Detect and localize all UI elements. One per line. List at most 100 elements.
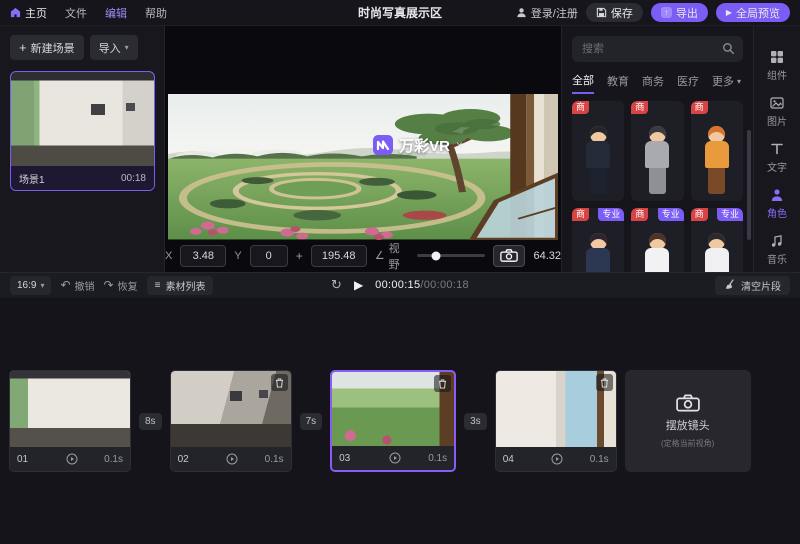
camera-capture-button[interactable]: [493, 245, 525, 267]
character-figure: [705, 126, 729, 194]
character-figure: [645, 126, 669, 194]
save-button[interactable]: 保存: [586, 3, 643, 22]
tab-all[interactable]: 全部: [572, 72, 594, 94]
character-card[interactable]: 商 专业: [631, 208, 683, 272]
scene-duration: 00:18: [121, 173, 146, 184]
watermark-close-icon[interactable]: ×: [456, 138, 463, 152]
camera-icon: [676, 394, 700, 412]
menu-edit[interactable]: 编辑: [105, 5, 127, 21]
redo-icon: ↷: [104, 279, 114, 291]
clip-number: 03: [339, 453, 361, 464]
broom-icon: [724, 279, 736, 291]
music-icon: [770, 234, 784, 248]
timeline-clip-03[interactable]: 03 0.1s: [330, 370, 456, 472]
list-icon: ≡: [155, 280, 161, 291]
trash-icon: [438, 379, 447, 389]
home-icon: [10, 7, 21, 18]
image-icon: [770, 96, 784, 110]
timeline-track: 01 0.1s 8s 02 0.1s 7s 03 0.1s 3: [0, 299, 800, 544]
clip-play-icon[interactable]: [66, 453, 78, 465]
x-label: X: [165, 250, 172, 262]
toolbar-item-music[interactable]: 音乐: [767, 234, 787, 266]
save-icon: [596, 7, 607, 18]
menu-home[interactable]: 主页: [10, 5, 47, 21]
scene-panel: + 新建场景 导入 ▾ 场景1 00:18: [0, 26, 165, 272]
preview-canvas[interactable]: 万彩VR ×: [168, 94, 558, 240]
character-figure: [586, 126, 610, 194]
undo-icon: ↶: [60, 279, 70, 291]
character-card[interactable]: 商: [631, 101, 683, 201]
transition-chip[interactable]: 8s: [139, 413, 162, 430]
character-figure: [586, 233, 610, 272]
timeline-clip-02[interactable]: 02 0.1s: [170, 370, 292, 472]
delete-clip-button[interactable]: [271, 374, 288, 391]
character-card[interactable]: 商 专业: [691, 208, 743, 272]
delete-clip-button[interactable]: [434, 375, 451, 392]
menu-file[interactable]: 文件: [65, 5, 87, 21]
topbar: 主页 文件 编辑 帮助 时尚写真展示区 登录/注册 保存 ↑ 导出 ▶ 全局预览: [0, 0, 800, 26]
material-list-button[interactable]: ≡ 素材列表: [147, 276, 214, 295]
business-badge: 商: [691, 208, 708, 221]
tab-more[interactable]: 更多 ▾: [712, 73, 741, 93]
brand-logo-icon: [373, 135, 393, 155]
scrollbar[interactable]: [747, 130, 751, 240]
character-icon: [770, 188, 784, 202]
clear-clips-button[interactable]: 清空片段: [715, 276, 790, 295]
clip-footer: 01 0.1s: [10, 447, 130, 471]
toolbar-item-components[interactable]: 组件: [767, 50, 787, 82]
play-button[interactable]: ▶: [354, 278, 363, 292]
place-camera-card[interactable]: 摆放镜头 (定格当前视角): [625, 370, 751, 472]
redo-button[interactable]: ↷ 恢复: [104, 278, 138, 293]
fov-slider[interactable]: [417, 254, 485, 257]
clip-duration: 0.1s: [428, 453, 447, 464]
canvas-area: 万彩VR × X Y + ∠ 视野 64.32: [165, 26, 561, 272]
trash-icon: [275, 378, 284, 388]
scene-image: [168, 94, 558, 240]
loop-icon[interactable]: ↻: [331, 277, 342, 293]
transition-chip[interactable]: 3s: [464, 413, 487, 430]
rotation-input[interactable]: [311, 245, 367, 267]
menu-bar: 主页 文件 编辑 帮助: [10, 5, 167, 21]
x-input[interactable]: [180, 245, 226, 267]
watermark: 万彩VR ×: [373, 135, 463, 156]
clip-duration: 0.1s: [590, 454, 609, 465]
tab-education[interactable]: 教育: [607, 73, 629, 93]
toolbar-item-images[interactable]: 图片: [767, 96, 787, 128]
character-card[interactable]: 商: [691, 101, 743, 201]
timeline-clip-01[interactable]: 01 0.1s: [9, 370, 131, 472]
login-button[interactable]: 登录/注册: [516, 5, 578, 21]
clip-play-icon[interactable]: [389, 452, 401, 464]
clip-play-icon[interactable]: [226, 453, 238, 465]
timeline-toolbar: 16:9 ▾ ↶ 撤销 ↷ 恢复 ≡ 素材列表 ↻ ▶ 00:00:15/00:…: [0, 272, 800, 299]
timeline-clip-04[interactable]: 04 0.1s: [495, 370, 617, 472]
tab-medical[interactable]: 医疗: [677, 73, 699, 93]
aspect-ratio-button[interactable]: 16:9 ▾: [10, 276, 51, 295]
search-input[interactable]: [572, 36, 743, 62]
menu-help[interactable]: 帮助: [145, 5, 167, 21]
tab-business[interactable]: 商务: [642, 73, 664, 93]
new-scene-button[interactable]: + 新建场景: [10, 35, 84, 60]
toolbar-item-characters[interactable]: 角色: [767, 188, 787, 220]
scene-card[interactable]: 场景1 00:18: [10, 71, 155, 191]
angle-icon: ∠: [375, 249, 385, 262]
character-card[interactable]: 商 专业: [572, 208, 624, 272]
undo-button[interactable]: ↶ 撤销: [60, 278, 94, 293]
clip-play-icon[interactable]: [551, 453, 563, 465]
trash-icon: [600, 378, 609, 388]
export-icon: ↑: [661, 7, 672, 18]
fov-slider-thumb[interactable]: [431, 251, 440, 260]
topbar-actions: 登录/注册 保存 ↑ 导出 ▶ 全局预览: [516, 3, 790, 22]
delete-clip-button[interactable]: [596, 374, 613, 391]
import-button[interactable]: 导入 ▾: [90, 35, 138, 60]
camera-icon: [500, 249, 518, 262]
global-preview-button[interactable]: ▶ 全局预览: [716, 3, 790, 22]
components-icon: [770, 50, 784, 64]
plus-icon: +: [19, 41, 27, 54]
character-card[interactable]: 商: [572, 101, 624, 201]
transition-chip[interactable]: 7s: [300, 413, 323, 430]
y-label: Y: [234, 250, 241, 262]
export-button[interactable]: ↑ 导出: [651, 3, 708, 22]
y-input[interactable]: [250, 245, 288, 267]
clip-footer: 02 0.1s: [171, 447, 291, 471]
toolbar-item-text[interactable]: 文字: [767, 142, 787, 174]
